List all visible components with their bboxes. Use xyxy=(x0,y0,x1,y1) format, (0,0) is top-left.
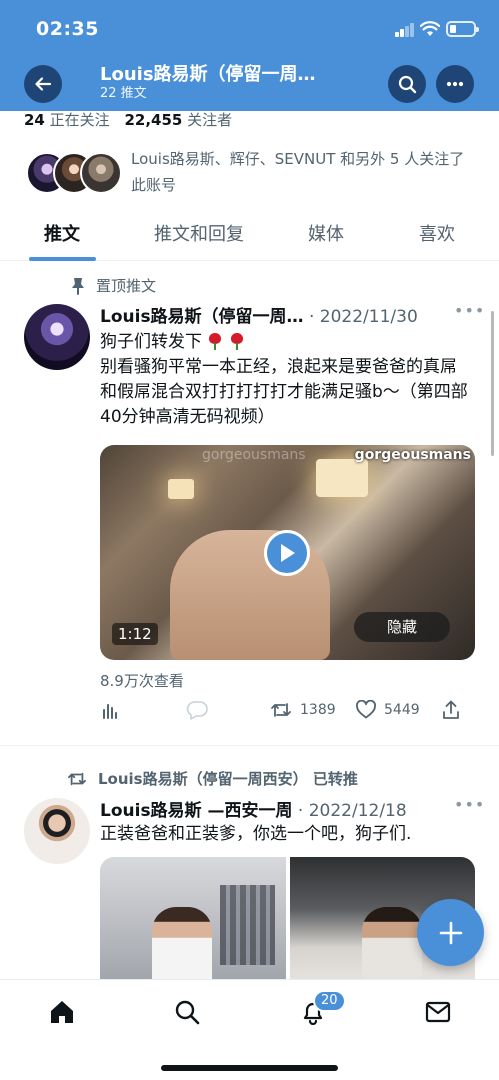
following-count[interactable]: 24 xyxy=(24,111,45,129)
avatar[interactable] xyxy=(24,798,90,864)
status-time: 02:35 xyxy=(36,18,99,40)
tweet-text: 正装爸爸和正装爹，你选一个吧，狗子们. xyxy=(100,824,412,844)
tab-tweets-and-replies[interactable]: 推文和回复 xyxy=(154,220,244,246)
back-button[interactable] xyxy=(24,65,62,103)
tab-media[interactable]: 媒体 xyxy=(308,220,344,246)
tweet-author[interactable]: Louis路易斯 —西安一周 xyxy=(100,801,292,821)
tab-likes[interactable]: 喜欢 xyxy=(419,220,455,246)
reply-button[interactable] xyxy=(186,700,216,720)
notification-badge: 20 xyxy=(313,990,346,1012)
arrow-left-icon xyxy=(35,77,52,91)
tweet-more-button[interactable]: ••• xyxy=(454,301,485,320)
followers-label[interactable]: 关注者 xyxy=(187,111,232,129)
retweet-button[interactable]: 1389 xyxy=(270,700,336,720)
home-indicator[interactable] xyxy=(161,1065,338,1071)
photo-detail xyxy=(220,885,275,965)
following-label[interactable]: 正在关注 xyxy=(50,111,110,129)
wifi-icon xyxy=(420,21,440,36)
battery-icon xyxy=(446,21,479,37)
avatar xyxy=(80,152,122,194)
tweet-more-button[interactable]: ••• xyxy=(454,795,485,814)
like-button[interactable]: 5449 xyxy=(356,700,420,719)
compose-button[interactable] xyxy=(417,899,484,966)
video-watermark-faint: gorgeousmans xyxy=(202,447,306,463)
plus-icon xyxy=(439,921,462,944)
tweet-header: Louis路易斯 —西安一周 · 2022/12/18 xyxy=(100,796,407,821)
tweet-count: 22 推文 xyxy=(100,86,147,101)
top-bar: 02:35 Louis路易斯（停留一周… 22 推文 xyxy=(0,0,499,111)
search-button[interactable] xyxy=(388,65,426,103)
tweet-photo[interactable] xyxy=(100,857,286,987)
tweet-date[interactable]: · 2022/12/18 xyxy=(298,801,407,821)
share-icon xyxy=(443,700,459,719)
play-icon xyxy=(281,544,295,562)
tweet-text-line: 狗子们转发下 xyxy=(100,332,202,352)
retweeted-by-label: Louis路易斯（停留一周西安） 已转推 xyxy=(66,768,358,789)
search-icon xyxy=(175,1000,200,1025)
tweet-video[interactable]: gorgeousmans gorgeousmans 1:12 隐藏 xyxy=(100,445,475,660)
home-icon xyxy=(51,1001,73,1023)
signal-icon xyxy=(395,23,415,37)
scrollbar[interactable] xyxy=(491,311,494,456)
retweeted-by-text[interactable]: Louis路易斯（停留一周西安） 已转推 xyxy=(98,768,358,789)
rose-emoji-icon xyxy=(207,332,225,350)
view-count: 8.9万次查看 xyxy=(100,672,184,690)
photo-detail xyxy=(152,907,212,987)
like-count: 5449 xyxy=(384,701,420,718)
video-frame-detail xyxy=(316,459,368,497)
retweet-icon xyxy=(67,772,86,785)
nav-home[interactable] xyxy=(48,998,76,1026)
mail-icon xyxy=(425,1001,451,1023)
more-icon xyxy=(446,81,464,87)
followed-by-text[interactable]: Louis路易斯、辉仔、SEVNUT 和另外 5 人关注了此账号 xyxy=(131,146,476,198)
tab-indicator xyxy=(29,257,96,261)
share-button[interactable] xyxy=(442,700,468,720)
tweet-date[interactable]: · 2022/11/30 xyxy=(309,307,418,327)
followers-you-know-avatars[interactable] xyxy=(26,152,122,196)
video-duration: 1:12 xyxy=(112,623,158,645)
play-button[interactable] xyxy=(264,530,310,576)
tweet-header: Louis路易斯（停留一周… · 2022/11/30 xyxy=(100,302,418,327)
followers-count[interactable]: 22,455 xyxy=(124,111,182,129)
search-icon xyxy=(398,75,416,93)
rose-emoji-icon xyxy=(229,332,247,350)
status-bar: 02:35 xyxy=(0,0,499,58)
reply-icon xyxy=(186,701,208,720)
tweet-text: 狗子们转发下 别看骚狗平常一本正经，浪起来是要爸爸的真屌和假屌混合双打打打打打才… xyxy=(100,330,472,430)
tweet-author[interactable]: Louis路易斯（停留一周… xyxy=(100,307,304,327)
pin-icon xyxy=(72,277,84,295)
video-frame-detail xyxy=(168,479,194,499)
heart-icon xyxy=(356,700,376,719)
tweet-actions: 1389 5449 xyxy=(100,700,470,724)
pinned-label: 置顶推文 xyxy=(70,275,156,296)
retweet-count: 1389 xyxy=(300,702,336,718)
follow-stats: 24 正在关注 22,455 关注者 xyxy=(24,109,232,130)
hide-button[interactable]: 隐藏 xyxy=(354,612,450,642)
nav-search[interactable] xyxy=(173,998,201,1026)
video-watermark: gorgeousmans xyxy=(354,447,471,463)
profile-tabs: 推文 推文和回复 媒体 喜欢 xyxy=(0,210,499,261)
tweet-text-body: 别看骚狗平常一本正经，浪起来是要爸爸的真屌和假屌混合双打打打打打才能满足骚b～（… xyxy=(100,357,468,427)
analytics-button[interactable] xyxy=(100,700,128,720)
tab-tweets[interactable]: 推文 xyxy=(44,220,80,246)
retweet-icon xyxy=(271,703,291,717)
photo-detail xyxy=(362,907,422,987)
pinned-label-text: 置顶推文 xyxy=(96,277,157,295)
more-button[interactable] xyxy=(436,65,474,103)
analytics-icon xyxy=(103,704,117,719)
avatar[interactable] xyxy=(24,304,90,370)
nav-messages[interactable] xyxy=(424,998,452,1026)
tweet-divider xyxy=(0,745,499,746)
